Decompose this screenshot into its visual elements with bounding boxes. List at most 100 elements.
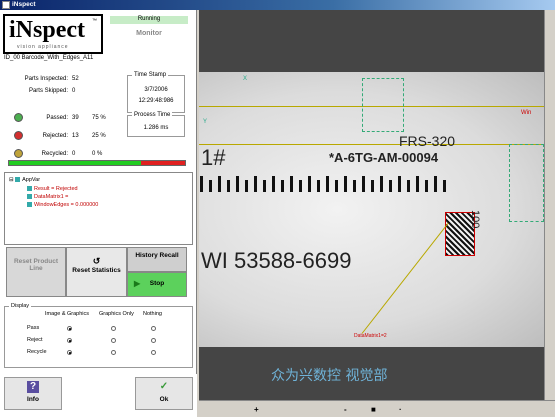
process-time-box: Process Time 1.286 ms bbox=[127, 112, 185, 137]
rejected-label: Rejected: bbox=[42, 133, 68, 139]
history-recall-button[interactable]: History Recall bbox=[127, 247, 187, 272]
tree-item-label: WindowEdges = 0.000000 bbox=[34, 202, 99, 208]
parts-skipped-label: Parts Skipped: bbox=[28, 88, 68, 94]
status-mode: Monitor bbox=[136, 30, 162, 37]
search-window-box bbox=[362, 78, 404, 132]
vertical-scrollbar[interactable] bbox=[544, 10, 555, 400]
check-icon: ✓ bbox=[159, 381, 169, 392]
logo-subtitle: vision appliance bbox=[17, 44, 69, 50]
timestamp-date: 3/7/2006 bbox=[144, 87, 168, 93]
part-number: FRS-320 bbox=[399, 133, 456, 149]
search-window-box-right bbox=[509, 144, 544, 222]
info-label: Info bbox=[27, 396, 39, 403]
reset-statistics-label: Reset Statistics bbox=[72, 267, 121, 274]
col-nothing: Nothing bbox=[143, 311, 162, 317]
tree-item-label: Result = Rejected bbox=[34, 186, 78, 192]
logo-tm: ™ bbox=[92, 18, 97, 24]
timestamp-time: 12:29:48:986 bbox=[138, 98, 174, 104]
serial-number: WI 53588-6699 bbox=[201, 248, 352, 273]
pass-nothing-radio[interactable] bbox=[151, 326, 156, 331]
tree-item-result[interactable]: Result = Rejected bbox=[27, 186, 78, 192]
pass-graphics-only-radio[interactable] bbox=[111, 326, 116, 331]
variable-tree[interactable]: ⊟ AppVar Result = Rejected DataMatrix1 =… bbox=[4, 172, 193, 245]
tree-root-label: AppVar bbox=[22, 177, 41, 183]
image-viewer[interactable]: X Y Win FRS-320 *A-6TG-AM-00094 1# WI 53… bbox=[199, 10, 544, 400]
tree-root[interactable]: ⊟ AppVar bbox=[9, 177, 40, 183]
history-recall-label: History Recall bbox=[135, 252, 179, 259]
help-icon: ? bbox=[27, 381, 39, 393]
control-buttons: Reset Product Line ↺ Reset Statistics Hi… bbox=[4, 245, 193, 300]
timestamp-box: Time Stamp 3/7/2006 12:29:48:986 bbox=[127, 72, 185, 113]
row-pass: Pass bbox=[27, 325, 40, 331]
reject-bar-fill bbox=[141, 161, 185, 165]
pass-image-graphics-radio[interactable] bbox=[67, 326, 72, 331]
recycle-nothing-radio[interactable] bbox=[151, 350, 156, 355]
image-toolbar: + - ■ · bbox=[199, 400, 555, 417]
row-reject: Reject bbox=[27, 337, 43, 343]
timestamp-title: Time Stamp bbox=[132, 72, 169, 78]
app-icon bbox=[2, 1, 10, 9]
tree-item-label: DataMatrix1 = bbox=[34, 194, 69, 200]
reset-statistics-button[interactable]: ↺ Reset Statistics bbox=[66, 247, 127, 297]
footer: ? Info ✓ Ok bbox=[0, 374, 197, 417]
edge-line-bottom bbox=[199, 144, 544, 145]
pass-reject-bar bbox=[8, 160, 186, 166]
watermark-text: 众为兴数控 视觉部 bbox=[271, 368, 388, 384]
rejected-value: 13 bbox=[72, 133, 79, 139]
pass-bar-fill bbox=[9, 161, 141, 165]
logo-text: iNspect bbox=[9, 17, 85, 43]
zoom-in-button[interactable]: + bbox=[254, 405, 259, 414]
stop-button[interactable]: ▶ Stop bbox=[127, 272, 187, 297]
datamatrix-label: DataMatrix1=2 bbox=[354, 333, 387, 339]
recycled-percent: 0 % bbox=[92, 151, 103, 157]
variable-icon bbox=[27, 194, 32, 200]
inspection-id: ID_00 Barcode_With_Edges_A11 bbox=[4, 55, 94, 61]
inspect-logo: iNspect ™ vision appliance bbox=[3, 14, 103, 54]
left-panel: iNspect ™ vision appliance Running Monit… bbox=[0, 10, 197, 417]
reject-graphics-only-radio[interactable] bbox=[111, 338, 116, 343]
row-recycle: Recycle bbox=[27, 349, 47, 355]
recycle-graphics-only-radio[interactable] bbox=[111, 350, 116, 355]
reset-product-line-button[interactable]: Reset Product Line bbox=[6, 247, 66, 297]
tree-item-windowedges[interactable]: WindowEdges = 0.000000 bbox=[27, 202, 98, 208]
rejected-percent: 25 % bbox=[92, 133, 106, 139]
reject-image-graphics-radio[interactable] bbox=[67, 338, 72, 343]
pan-button[interactable]: · bbox=[399, 405, 402, 414]
info-button[interactable]: ? Info bbox=[4, 377, 62, 410]
stop-label: Stop bbox=[149, 280, 165, 287]
recycle-image-graphics-radio[interactable] bbox=[67, 350, 72, 355]
reset-product-label: Reset Product Line bbox=[13, 258, 59, 272]
barcode-marks bbox=[200, 176, 452, 194]
fit-button[interactable]: ■ bbox=[371, 405, 376, 414]
ok-label: Ok bbox=[159, 396, 169, 403]
passed-label: Passed: bbox=[46, 115, 68, 121]
col-graphics-only: Graphics Only bbox=[99, 311, 134, 317]
display-title: Display bbox=[9, 303, 32, 309]
number-mark: 1# bbox=[201, 145, 226, 170]
variable-icon bbox=[27, 202, 32, 208]
part-code: *A-6TG-AM-00094 bbox=[329, 150, 439, 165]
reject-nothing-radio[interactable] bbox=[151, 338, 156, 343]
passed-value: 39 bbox=[72, 115, 79, 121]
tree-item-datamatrix[interactable]: DataMatrix1 = bbox=[27, 194, 68, 200]
title-bar: iNspect bbox=[0, 0, 555, 10]
window-label: Win bbox=[521, 110, 532, 116]
recycled-label: Recycled: bbox=[41, 151, 68, 157]
passed-percent: 75 % bbox=[92, 115, 106, 121]
zoom-out-button[interactable]: - bbox=[344, 405, 347, 414]
y-axis-label: Y bbox=[203, 119, 208, 125]
display-options: Display Image & Graphics Graphics Only N… bbox=[4, 303, 193, 368]
undo-icon: ↺ bbox=[92, 256, 101, 266]
parts-inspected-label: Parts Inspected: bbox=[24, 76, 68, 82]
process-time-title: Process Time bbox=[132, 112, 173, 118]
recycled-value: 0 bbox=[72, 151, 76, 157]
ok-button[interactable]: ✓ Ok bbox=[135, 377, 193, 410]
status-running: Running bbox=[110, 16, 188, 24]
play-icon: ▶ bbox=[134, 279, 141, 288]
parts-inspected-value: 52 bbox=[72, 76, 79, 82]
process-time-value: 1.286 ms bbox=[143, 125, 169, 131]
tree-node-icon bbox=[15, 177, 21, 183]
datamatrix-digits: 100 bbox=[469, 210, 481, 229]
window-title: iNspect bbox=[12, 1, 36, 8]
variable-icon bbox=[27, 186, 32, 192]
